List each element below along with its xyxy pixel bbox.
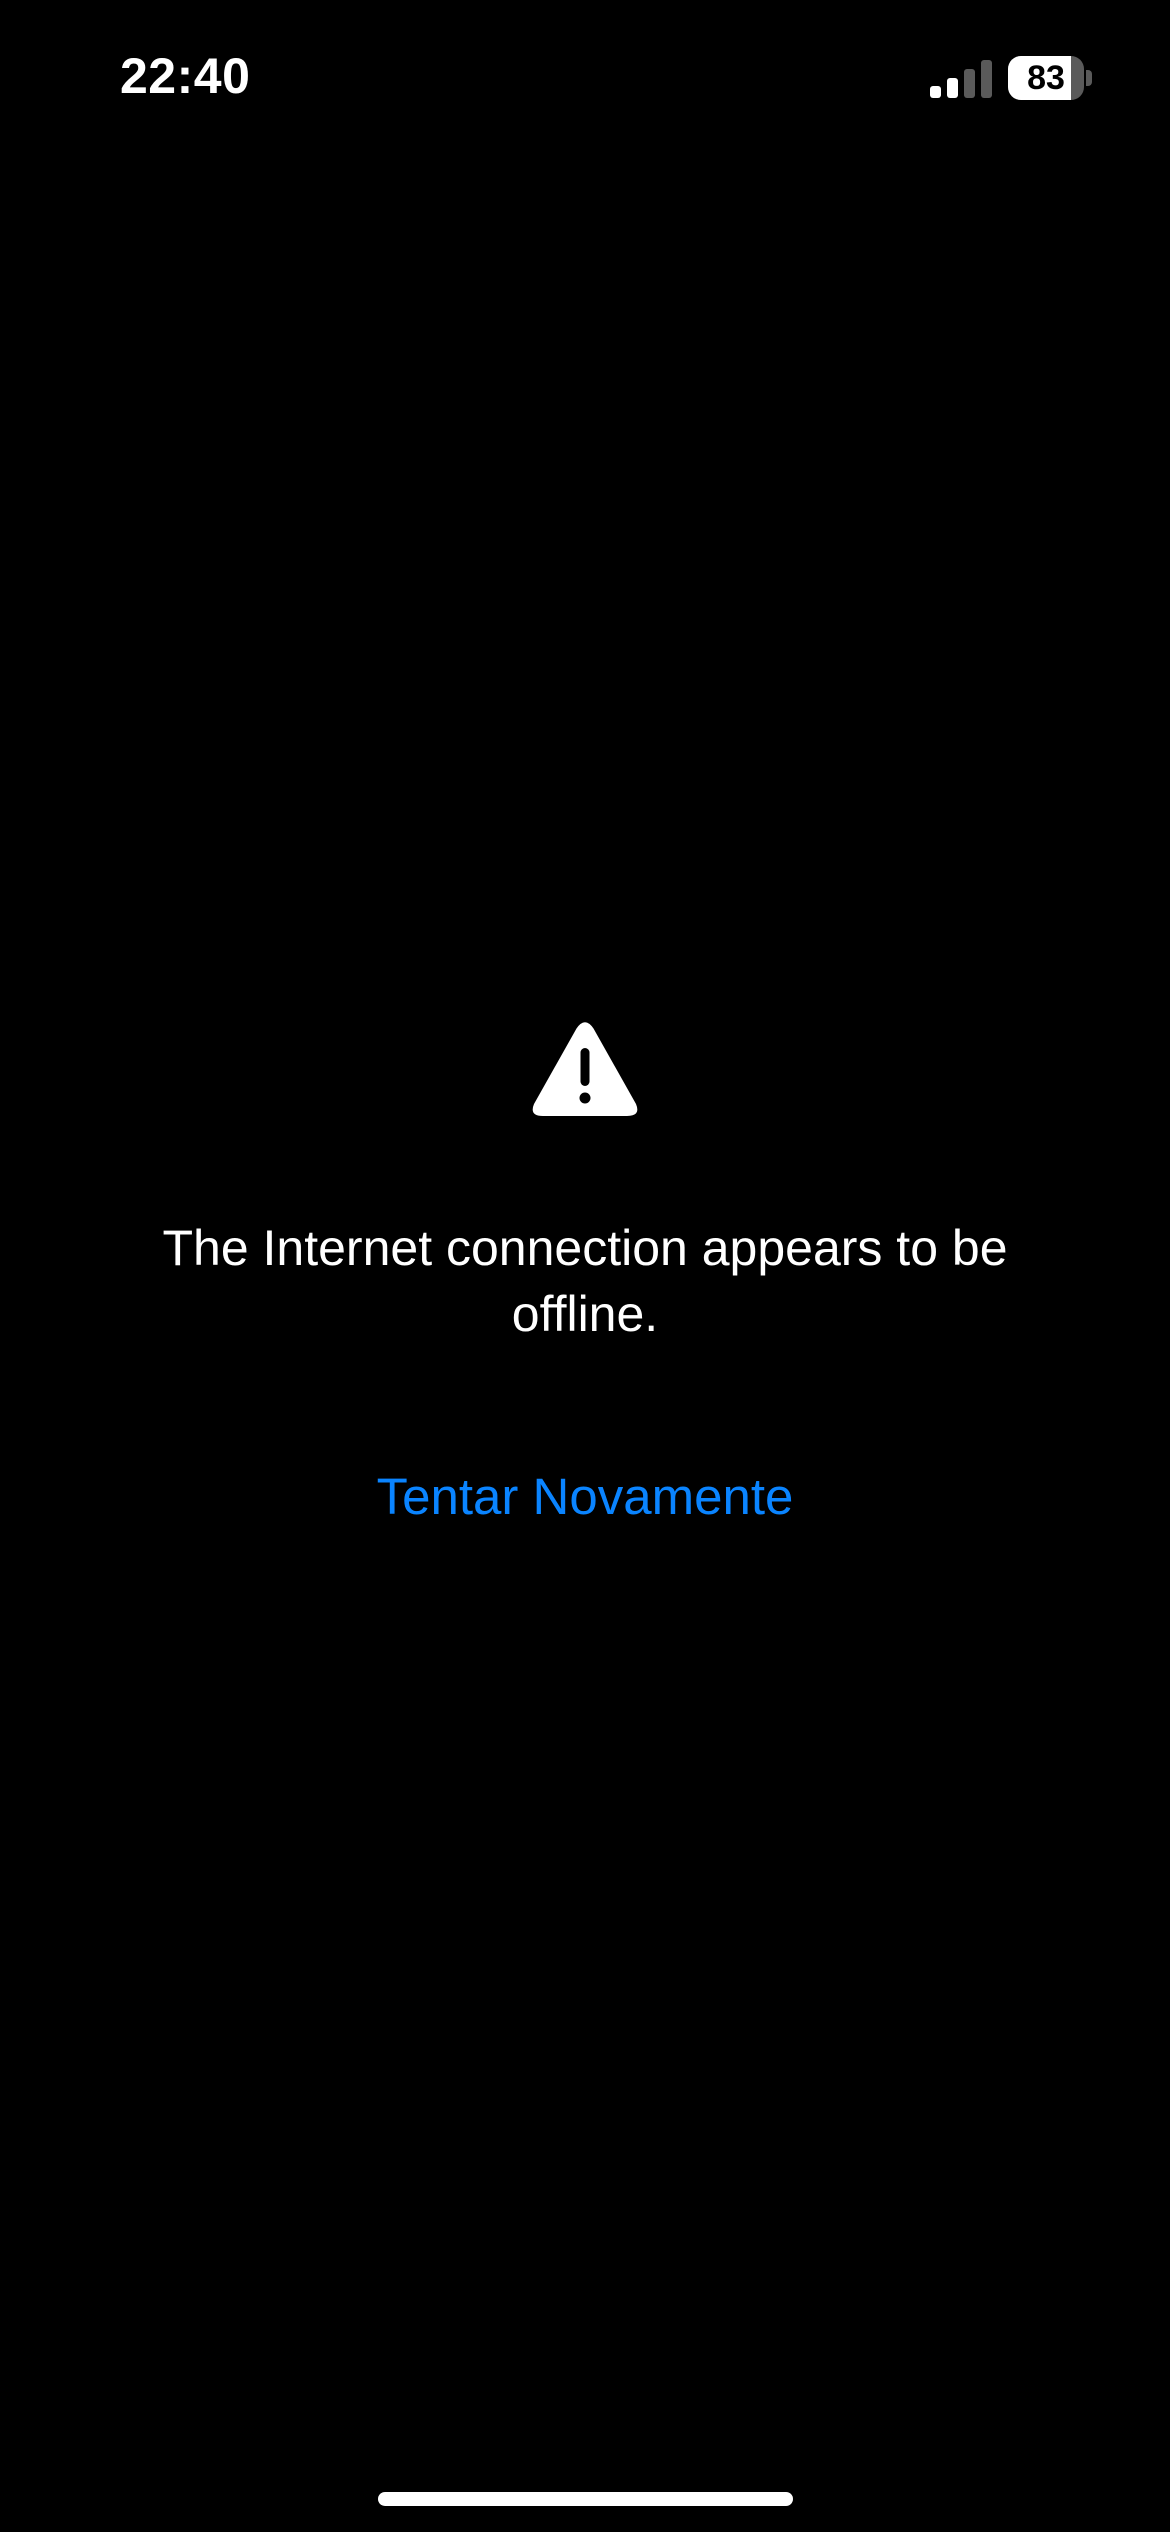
cellular-signal-icon — [930, 60, 992, 98]
signal-bar — [930, 86, 941, 98]
battery-nub — [1086, 70, 1092, 86]
battery-icon: 83 — [1008, 56, 1092, 100]
battery-body: 83 — [1008, 56, 1084, 100]
status-bar: 22:40 83 — [0, 0, 1170, 150]
status-time: 22:40 — [120, 48, 251, 104]
signal-bar — [964, 69, 975, 98]
home-indicator[interactable] — [378, 2492, 793, 2506]
signal-bar — [981, 60, 992, 98]
warning-triangle-icon — [532, 1022, 638, 1116]
battery-percent: 83 — [1027, 59, 1065, 97]
error-message: The Internet connection appears to be of… — [162, 1220, 1008, 1342]
retry-button[interactable]: Tentar Novamente — [335, 1460, 835, 1534]
signal-bar — [947, 78, 958, 98]
